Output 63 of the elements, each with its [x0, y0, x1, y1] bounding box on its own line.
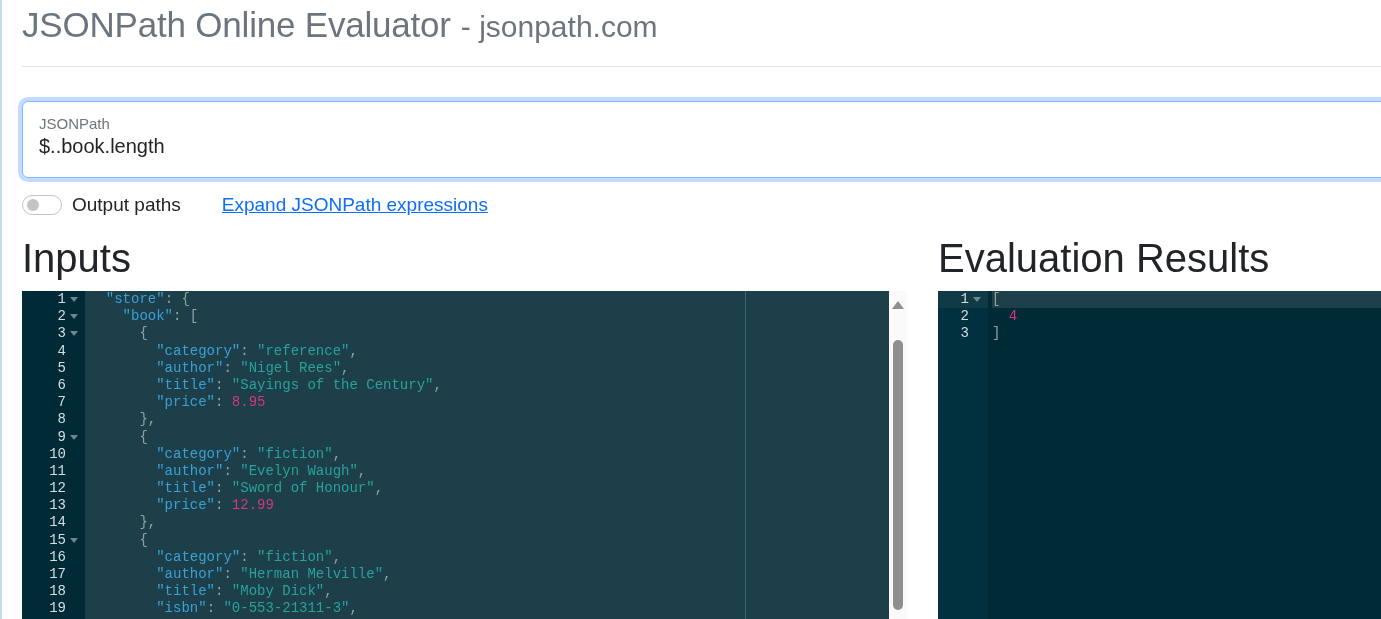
line-number: 13 — [49, 497, 66, 515]
code-line: "category": "fiction", — [155, 445, 342, 463]
code-line: 4 — [1007, 308, 1018, 326]
code-line: "author": "Evelyn Waugh", — [155, 462, 367, 481]
code-line: "author": "Herman Melville", — [155, 566, 392, 584]
line-number: 7 — [57, 394, 66, 412]
line-number: 16 — [49, 548, 66, 566]
code-line: { — [138, 325, 148, 343]
line-number: 2 — [960, 308, 969, 326]
section-heading: Evaluation Results — [938, 235, 1271, 282]
fold-arrow-icon[interactable] — [70, 314, 78, 320]
code-line: "author": "Nigel Rees", — [155, 359, 350, 377]
page-title: JSONPath Online Evaluator — [22, 4, 451, 46]
fold-arrow-icon[interactable] — [70, 537, 78, 543]
code-line: "title": "Sword of Honour", — [155, 480, 384, 498]
code-line: "book": [ — [121, 308, 199, 326]
fold-arrow-icon[interactable] — [973, 297, 981, 303]
line-number: 18 — [49, 583, 66, 601]
code-line: "isbn": "0-553-21311-3", — [155, 600, 358, 618]
line-number: 3 — [960, 325, 969, 343]
line-number: 9 — [57, 428, 66, 446]
code-line: "category": "reference", — [155, 342, 358, 360]
expand-jsonpath-link[interactable]: Expand JSONPath expressions — [221, 194, 488, 216]
field-label: JSONPath — [39, 115, 111, 132]
site-name: - jsonpath.com — [460, 10, 658, 44]
code-line: "store": { — [104, 291, 190, 309]
code-line: "category": "fiction", — [155, 548, 342, 566]
code-line: "title": "Moby Dick", — [155, 583, 333, 601]
line-number: 3 — [57, 325, 66, 343]
line-number: 1 — [960, 291, 969, 309]
line-number: 6 — [57, 376, 66, 395]
code-line: }, — [138, 411, 157, 429]
line-number: 5 — [57, 359, 66, 377]
fold-arrow-icon[interactable] — [70, 297, 78, 303]
code-line: "price": 8.95 — [155, 394, 266, 412]
line-number: 15 — [49, 531, 66, 549]
scroll-up-icon[interactable] — [892, 301, 904, 309]
line-number: 2 — [57, 308, 66, 326]
line-number: 4 — [57, 342, 66, 360]
fold-arrow-icon[interactable] — [70, 331, 78, 337]
line-number: 17 — [49, 566, 66, 584]
code-line: "title": "Sayings of the Century", — [155, 376, 442, 395]
output-paths-toggle[interactable] — [22, 195, 62, 215]
jsonpath-input[interactable]: $..book.length — [39, 135, 639, 158]
section-heading: Inputs — [22, 235, 132, 282]
line-number: 10 — [49, 445, 66, 463]
code-line: { — [138, 428, 148, 446]
code-line: { — [138, 531, 148, 549]
code-editor[interactable] — [22, 291, 889, 619]
line-number: 19 — [49, 600, 66, 618]
code-editor[interactable]: 1 2 3 [ 4 ] — [938, 291, 1381, 619]
code-line: "price": 12.99 — [155, 497, 274, 515]
scrollbar[interactable] — [889, 291, 907, 619]
line-number: 8 — [57, 411, 66, 429]
line-number: 11 — [49, 462, 66, 481]
line-number: 14 — [49, 514, 66, 532]
line-number: 1 — [57, 291, 66, 309]
code-line: ] — [992, 325, 1001, 343]
code-line: [ — [992, 291, 1001, 309]
line-number: 12 — [49, 480, 66, 498]
code-line: }, — [138, 514, 157, 532]
fold-arrow-icon[interactable] — [70, 434, 78, 440]
toggle-label: Output paths — [72, 194, 181, 216]
